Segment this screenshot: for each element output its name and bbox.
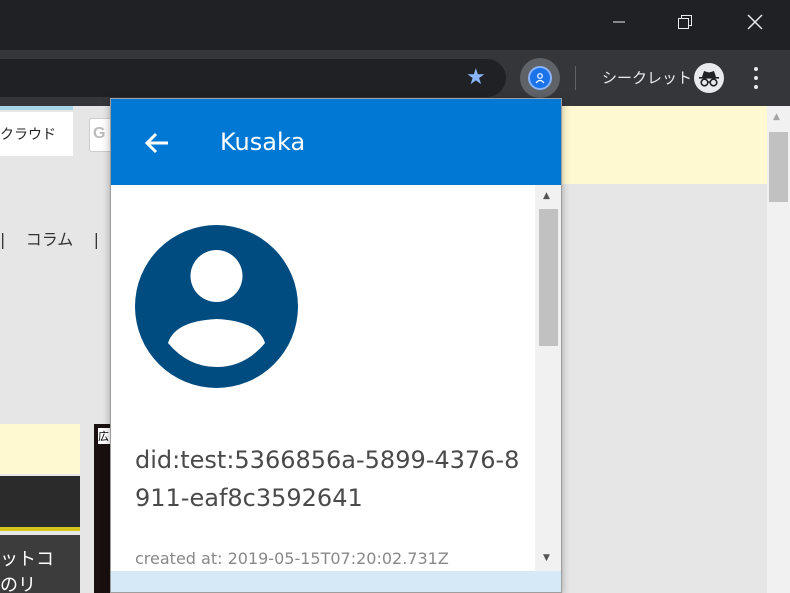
page-nav[interactable]: | コラム | [0, 226, 99, 250]
ad-tag: 広 [98, 428, 110, 444]
restore-button[interactable] [656, 0, 714, 44]
popup-footer [111, 571, 561, 592]
popup-scrollbar[interactable]: ▲ ▼ [535, 185, 561, 571]
more-vert-icon[interactable] [744, 64, 768, 92]
restore-icon [678, 15, 692, 29]
page-gray-box[interactable]: ットコ のリ [0, 535, 80, 593]
incognito-label[interactable]: シークレット [602, 67, 692, 88]
page-banner [560, 106, 767, 184]
popup-header: Kusaka [111, 99, 561, 185]
identity-extension-button[interactable] [520, 58, 560, 98]
identity-extension-icon [528, 66, 552, 90]
page-scroll-thumb[interactable] [769, 132, 788, 202]
page-scrollbar[interactable]: ▲ [767, 106, 790, 593]
popup-body: did:test:5366856a-5899-4376-8911-eaf8c35… [111, 185, 535, 571]
page-gray-text: ットコ のリ [0, 549, 54, 593]
page-yellow-box [0, 424, 80, 474]
cloud-button[interactable]: クラウド [0, 112, 73, 156]
incognito-icon[interactable] [694, 63, 724, 93]
window-titlebar [0, 0, 790, 50]
back-button[interactable] [141, 127, 173, 159]
toolbar-separator [575, 66, 576, 90]
scroll-down-icon[interactable]: ▼ [543, 553, 550, 563]
page-accent-strip [0, 106, 73, 110]
popup-title: Kusaka [220, 128, 306, 156]
did-value: did:test:5366856a-5899-4376-8911-eaf8c35… [135, 446, 520, 512]
scroll-up-icon[interactable]: ▲ [543, 191, 550, 201]
extension-popup: Kusaka did:test:5366856a-5899-4376-8911-… [110, 98, 562, 593]
close-icon [747, 14, 763, 30]
star-icon[interactable]: ★ [466, 65, 486, 91]
minimize-button[interactable] [590, 0, 648, 44]
arrow-back-icon [144, 132, 168, 154]
address-bar[interactable] [0, 59, 506, 97]
minimize-icon [613, 21, 625, 23]
popup-scroll-thumb[interactable] [539, 209, 558, 346]
close-button[interactable] [726, 0, 784, 44]
scroll-up-icon[interactable]: ▲ [773, 112, 780, 122]
page-dark-box [0, 476, 80, 531]
account-circle-icon [135, 225, 298, 388]
created-at: created at: 2019-05-15T07:20:02.731Z [135, 549, 449, 568]
